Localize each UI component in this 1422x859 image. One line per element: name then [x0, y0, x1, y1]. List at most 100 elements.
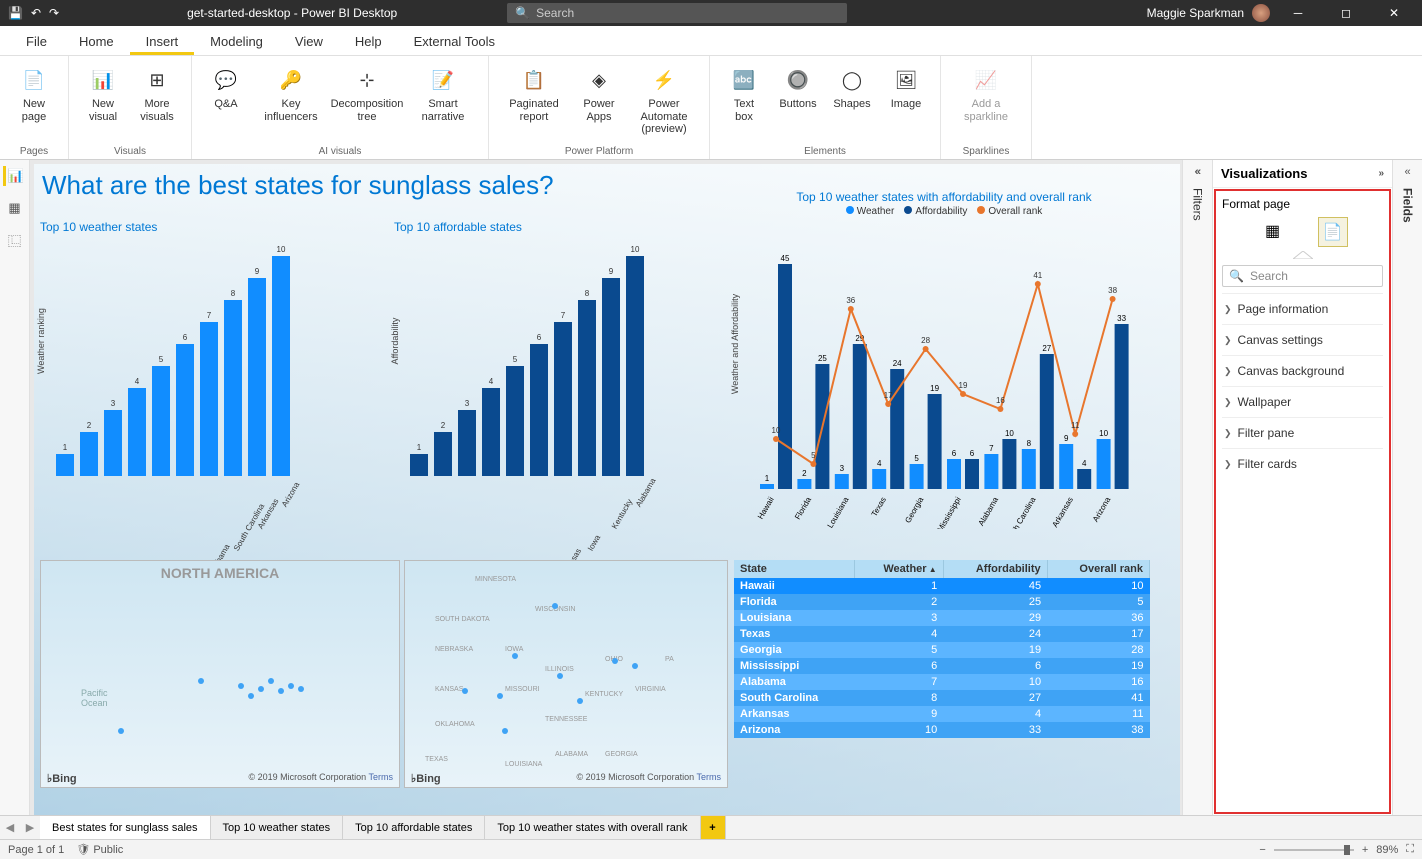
zoom-slider[interactable]	[1274, 849, 1354, 851]
maximize-button[interactable]: ◻	[1326, 6, 1366, 20]
bar-alabama[interactable]: 10Alabama	[626, 256, 644, 476]
ribbon-q&a[interactable]: 💬Q&A	[200, 64, 252, 111]
chevron-expand-icon[interactable]: »	[1378, 168, 1384, 179]
bar-michigan[interactable]: 1Michigan	[410, 454, 428, 476]
fields-pane-collapsed[interactable]: « Fields	[1392, 160, 1422, 815]
ribbon-smart[interactable]: 📝Smartnarrative	[406, 64, 480, 123]
viz-search[interactable]: 🔍 Search	[1222, 265, 1383, 287]
page-tab-1[interactable]: Top 10 weather states	[211, 816, 344, 839]
table-row[interactable]: Arkansas9411	[734, 706, 1150, 722]
ribbon-more[interactable]: ⊞Morevisuals	[131, 64, 183, 123]
format-section-canvas-settings[interactable]: ❯Canvas settings	[1222, 324, 1383, 355]
bar-missouri[interactable]: 2Missouri	[434, 432, 452, 476]
th-affordability[interactable]: Affordability	[943, 560, 1047, 578]
menu-tab-home[interactable]: Home	[63, 28, 130, 55]
bar-ohio[interactable]: 5Ohio	[506, 366, 524, 476]
data-view-icon[interactable]: ▦	[5, 198, 25, 218]
menu-tab-insert[interactable]: Insert	[130, 28, 195, 55]
bar-indiana[interactable]: 3Indiana	[458, 410, 476, 476]
bar-iowa[interactable]: 8Iowa	[578, 300, 596, 476]
ribbon-shapes[interactable]: ◯Shapes	[826, 64, 878, 111]
undo-icon[interactable]: ↶	[31, 6, 41, 20]
menu-tab-external[interactable]: External Tools	[398, 28, 511, 55]
user-avatar[interactable]	[1252, 4, 1270, 22]
map-terms-link-2[interactable]: Terms	[697, 772, 722, 782]
filters-pane-collapsed[interactable]: « Filters	[1182, 160, 1212, 815]
bar-missippi[interactable]: 6Missippi	[530, 344, 548, 476]
model-view-icon[interactable]: ⿺	[5, 230, 25, 250]
zoom-out-button[interactable]: −	[1259, 844, 1265, 856]
state-data-table[interactable]: State Weather ▲ Affordability Overall ra…	[734, 560, 1150, 738]
format-section-page-information[interactable]: ❯Page information	[1222, 293, 1383, 324]
table-row[interactable]: Georgia51928	[734, 642, 1150, 658]
menu-tab-help[interactable]: Help	[339, 28, 398, 55]
map-terms-link[interactable]: Terms	[369, 772, 394, 782]
table-row[interactable]: Texas42417	[734, 626, 1150, 642]
ribbon-key[interactable]: 🔑Keyinfluencers	[254, 64, 328, 123]
ribbon-new[interactable]: 📊Newvisual	[77, 64, 129, 123]
bar-kentucky[interactable]: 9Kentucky	[602, 278, 620, 476]
ribbon-image[interactable]: 🖼Image	[880, 64, 932, 111]
bar-georgia[interactable]: 5Georgia	[152, 366, 170, 476]
format-page-mode-icon[interactable]: 📄	[1318, 217, 1348, 247]
table-row[interactable]: Florida2255	[734, 594, 1150, 610]
table-row[interactable]: Alabama71016	[734, 674, 1150, 690]
fit-page-icon[interactable]: ⛶	[1406, 843, 1414, 856]
redo-icon[interactable]: ↷	[49, 6, 59, 20]
ribbon-text[interactable]: 🔤Textbox	[718, 64, 770, 123]
minimize-button[interactable]: ─	[1278, 6, 1318, 20]
map-north-america[interactable]: NORTH AMERICA PacificOcean ♭Bing© 2019 M…	[40, 560, 400, 788]
bar-arizona[interactable]: 10Arizona	[272, 256, 290, 476]
bar-hawaii[interactable]: 1Hawaii	[56, 454, 74, 476]
chart-combo[interactable]: Top 10 weather states with affordability…	[734, 190, 1154, 519]
bar-missippi[interactable]: 6Missippi	[176, 344, 194, 476]
report-canvas[interactable]: What are the best states for sunglass sa…	[34, 164, 1180, 815]
close-button[interactable]: ✕	[1374, 6, 1414, 20]
table-row[interactable]: Hawaii14510	[734, 578, 1150, 594]
page-tab-0[interactable]: Best states for sunglass sales	[40, 816, 211, 839]
global-search[interactable]: 🔍 Search	[507, 3, 847, 23]
bar-kansas[interactable]: 4Kansas	[482, 388, 500, 476]
ribbon-buttons[interactable]: 🔘Buttons	[772, 64, 824, 111]
menu-tab-view[interactable]: View	[279, 28, 339, 55]
format-section-filter-cards[interactable]: ❯Filter cards	[1222, 448, 1383, 479]
format-section-canvas-background[interactable]: ❯Canvas background	[1222, 355, 1383, 386]
table-row[interactable]: Arizona103338	[734, 722, 1150, 738]
page-tab-3[interactable]: Top 10 weather states with overall rank	[485, 816, 700, 839]
table-row[interactable]: Mississippi6619	[734, 658, 1150, 674]
build-visual-mode-icon[interactable]: ▦	[1258, 217, 1288, 247]
format-section-filter-pane[interactable]: ❯Filter pane	[1222, 417, 1383, 448]
chart-weather-states[interactable]: Top 10 weather states Weather ranking 1H…	[40, 220, 390, 516]
ribbon-paginated[interactable]: 📋Paginatedreport	[497, 64, 571, 123]
chart-affordable-states[interactable]: Top 10 affordable states Affordability 1…	[394, 220, 744, 516]
table-row[interactable]: South Carolina82741	[734, 690, 1150, 706]
ribbon-power[interactable]: ◈PowerApps	[573, 64, 625, 123]
bar-louisiana[interactable]: 3Louisiana	[104, 410, 122, 476]
format-section-wallpaper[interactable]: ❯Wallpaper	[1222, 386, 1383, 417]
th-weather[interactable]: Weather ▲	[855, 560, 944, 578]
menu-tab-file[interactable]: File	[10, 28, 63, 55]
bar-arkansas[interactable]: 9Arkansas	[248, 278, 266, 476]
tab-nav-next[interactable]: ▶	[20, 816, 40, 839]
table-row[interactable]: Louisiana32936	[734, 610, 1150, 626]
ribbon-new[interactable]: 📄Newpage	[8, 64, 60, 123]
bar-florida[interactable]: 2Florida	[80, 432, 98, 476]
save-icon[interactable]: 💾	[8, 6, 23, 20]
tab-nav-prev[interactable]: ◀	[0, 816, 20, 839]
bar-south-carolina[interactable]: 8South Carolina	[224, 300, 242, 476]
sensitivity-icon[interactable]: 🛡 Public	[76, 843, 123, 856]
report-view-icon[interactable]: 📊	[3, 166, 23, 186]
ribbon-decomposition[interactable]: ⊹Decompositiontree	[330, 64, 404, 123]
th-state[interactable]: State	[734, 560, 855, 578]
bar-alabama[interactable]: 7Alabama	[200, 322, 218, 476]
bar-texas[interactable]: 4Texas	[128, 388, 146, 476]
map-us-detail[interactable]: MINNESOTASOUTH DAKOTAWISCONSINNEBRASKAIO…	[404, 560, 728, 788]
zoom-in-button[interactable]: +	[1362, 844, 1368, 856]
bar-kansas[interactable]: 7Kansas	[554, 322, 572, 476]
menu-tab-modeling[interactable]: Modeling	[194, 28, 279, 55]
add-page-button[interactable]: +	[701, 816, 726, 839]
chevron-collapse-viz-icon[interactable]: «	[1195, 166, 1201, 178]
th-overall[interactable]: Overall rank	[1047, 560, 1149, 578]
page-tab-2[interactable]: Top 10 affordable states	[343, 816, 485, 839]
ribbon-power-automate[interactable]: ⚡Power Automate(preview)	[627, 64, 701, 136]
